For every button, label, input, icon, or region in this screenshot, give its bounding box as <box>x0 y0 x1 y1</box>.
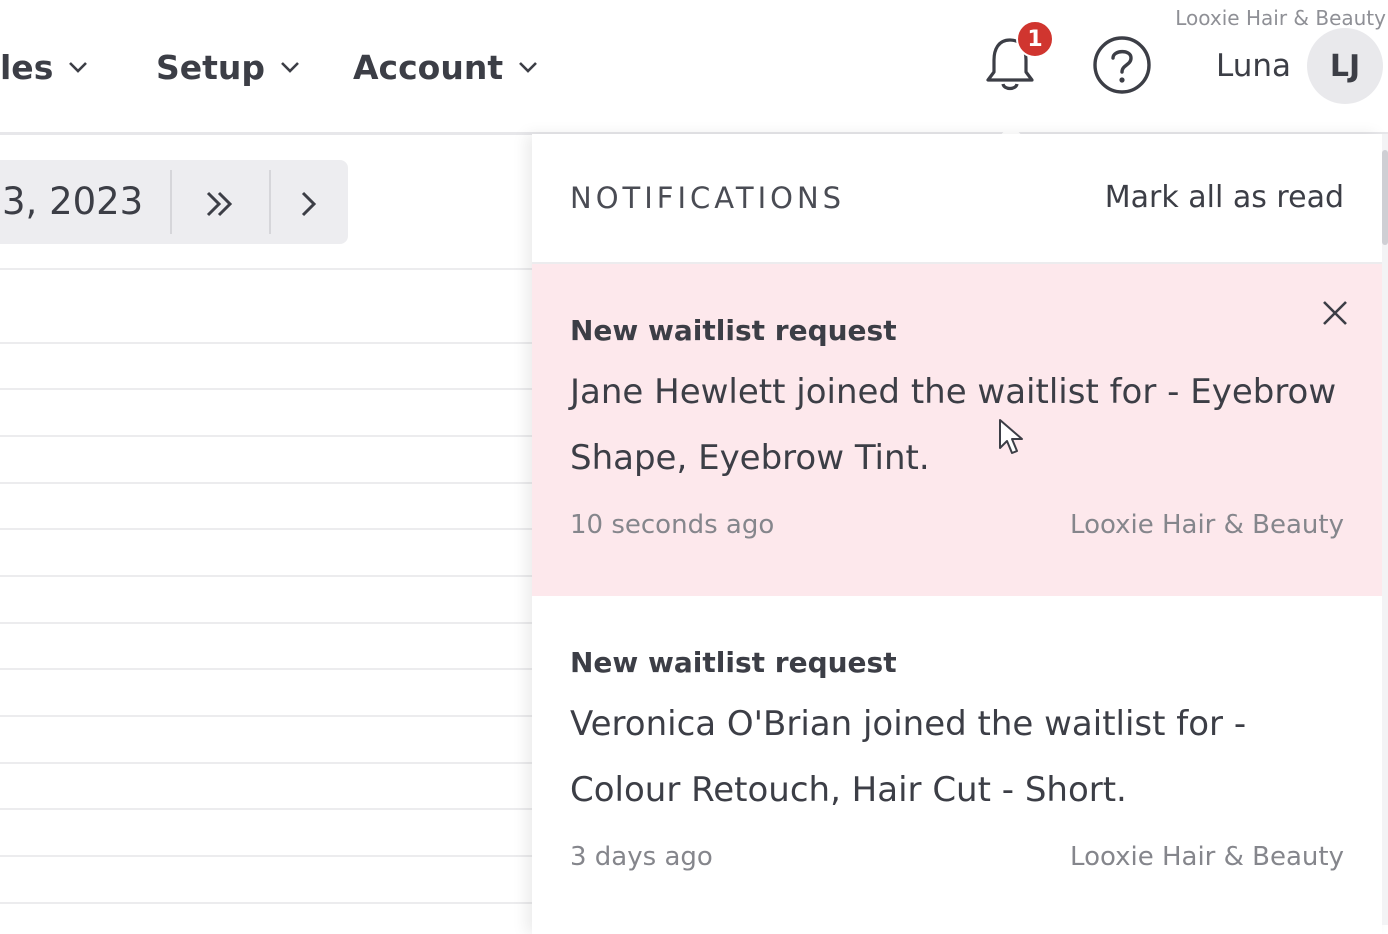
avatar[interactable]: LJ <box>1307 28 1383 104</box>
skip-forward-button[interactable] <box>196 180 244 228</box>
notifications-panel: NOTIFICATIONS Mark all as read New waitl… <box>532 134 1382 934</box>
chevron-down-icon <box>281 62 299 73</box>
chevron-right-icon <box>301 191 317 217</box>
nav-menu-label: Setup <box>156 47 266 87</box>
calendar-grid-line <box>0 388 532 390</box>
next-day-button[interactable] <box>284 180 332 228</box>
notification-time: 3 days ago <box>570 842 713 872</box>
calendar-grid-line <box>0 762 532 764</box>
notification-title: New waitlist request <box>570 314 897 347</box>
notification-time: 10 seconds ago <box>570 510 775 540</box>
calendar-grid-line <box>0 575 532 577</box>
notification-business: Looxie Hair & Beauty <box>1070 510 1344 540</box>
chevron-down-icon <box>69 62 88 73</box>
nav-menu-setup[interactable]: Setup <box>156 44 301 90</box>
top-navigation-bar: les Setup Account Looxie Hair & Beauty 1… <box>0 0 1388 134</box>
calendar-grid-line <box>0 482 532 484</box>
calendar-grid-line <box>0 622 532 624</box>
calendar-grid-line <box>0 342 532 344</box>
double-chevron-right-icon <box>206 191 233 217</box>
calendar-grid-line <box>0 902 532 904</box>
nav-menu-schedules[interactable]: les <box>0 44 89 90</box>
help-icon[interactable] <box>1092 35 1152 95</box>
notification-item[interactable]: New waitlist request Jane Hewlett joined… <box>532 264 1382 596</box>
chevron-down-icon <box>519 62 538 73</box>
divider <box>269 170 271 234</box>
close-icon[interactable] <box>1318 296 1352 330</box>
notification-message: Jane Hewlett joined the waitlist for - E… <box>570 372 1337 478</box>
mouse-cursor-icon <box>999 419 1023 454</box>
calendar-grid-line <box>0 715 532 717</box>
current-date-label[interactable]: 3, 2023 <box>2 180 143 223</box>
notifications-header: NOTIFICATIONS Mark all as read <box>532 134 1382 264</box>
panel-scrollbar-thumb[interactable] <box>1382 150 1388 245</box>
calendar-grid-line <box>0 435 532 437</box>
calendar-grid-line <box>0 528 532 530</box>
calendar-grid-line <box>0 668 532 670</box>
calendar-grid-line <box>0 268 532 270</box>
panel-scrollbar-track[interactable] <box>1382 134 1388 925</box>
user-name[interactable]: Luna <box>1216 48 1291 84</box>
notification-title: New waitlist request <box>570 646 897 679</box>
nav-menu-account[interactable]: Account <box>353 44 539 90</box>
calendar-grid-line <box>0 808 532 810</box>
business-name-label: Looxie Hair & Beauty <box>1175 6 1386 30</box>
notifications-title: NOTIFICATIONS <box>570 181 846 215</box>
mark-all-read-link[interactable]: Mark all as read <box>1105 180 1344 215</box>
notification-message: Veronica O'Brian joined the waitlist for… <box>570 704 1247 810</box>
nav-menu-label: Account <box>353 47 504 87</box>
notification-business: Looxie Hair & Beauty <box>1070 842 1344 872</box>
notification-count-badge: 1 <box>1016 20 1054 58</box>
divider <box>170 170 172 234</box>
calendar-grid-line <box>0 855 532 857</box>
nav-menu-label: les <box>0 47 54 87</box>
notification-item[interactable]: New waitlist request Veronica O'Brian jo… <box>532 596 1382 934</box>
